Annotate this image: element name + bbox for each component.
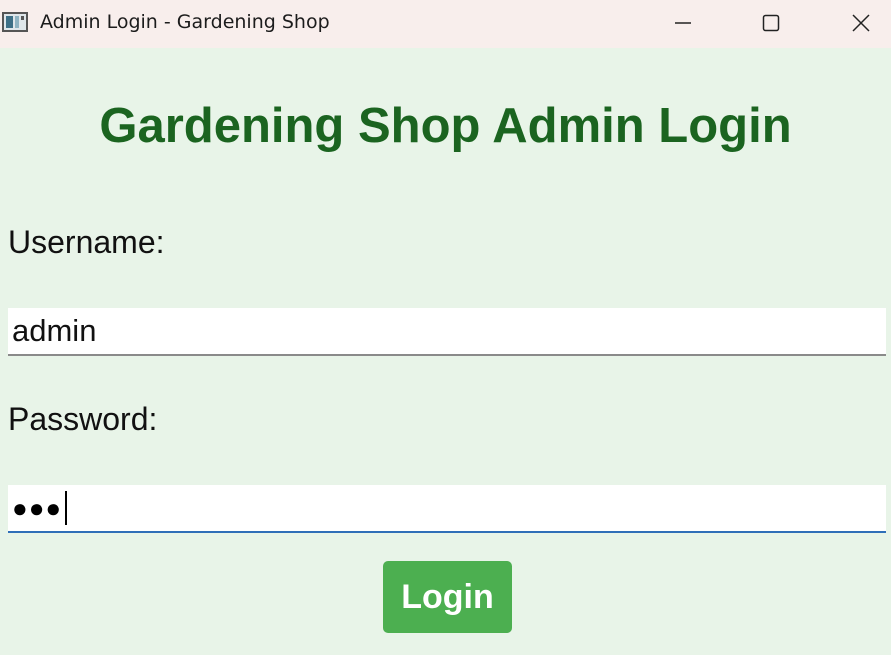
username-label: Username: xyxy=(8,224,165,260)
minimize-icon xyxy=(675,22,691,24)
maximize-icon xyxy=(762,14,780,32)
title-bar[interactable]: Admin Login - Gardening Shop xyxy=(0,0,891,48)
page-title: Gardening Shop Admin Login xyxy=(99,99,792,153)
password-mask: ●●● xyxy=(12,493,63,523)
window-title: Admin Login - Gardening Shop xyxy=(40,11,330,33)
username-input[interactable] xyxy=(8,308,886,356)
close-icon xyxy=(852,14,870,32)
close-button[interactable] xyxy=(838,0,884,46)
maximize-button[interactable] xyxy=(748,0,794,46)
login-button[interactable]: Login xyxy=(383,561,512,633)
password-label: Password: xyxy=(8,401,158,437)
password-input[interactable]: ●●● xyxy=(8,485,886,533)
minimize-button[interactable] xyxy=(660,0,706,46)
app-window-icon xyxy=(2,12,28,32)
text-cursor xyxy=(65,491,68,525)
